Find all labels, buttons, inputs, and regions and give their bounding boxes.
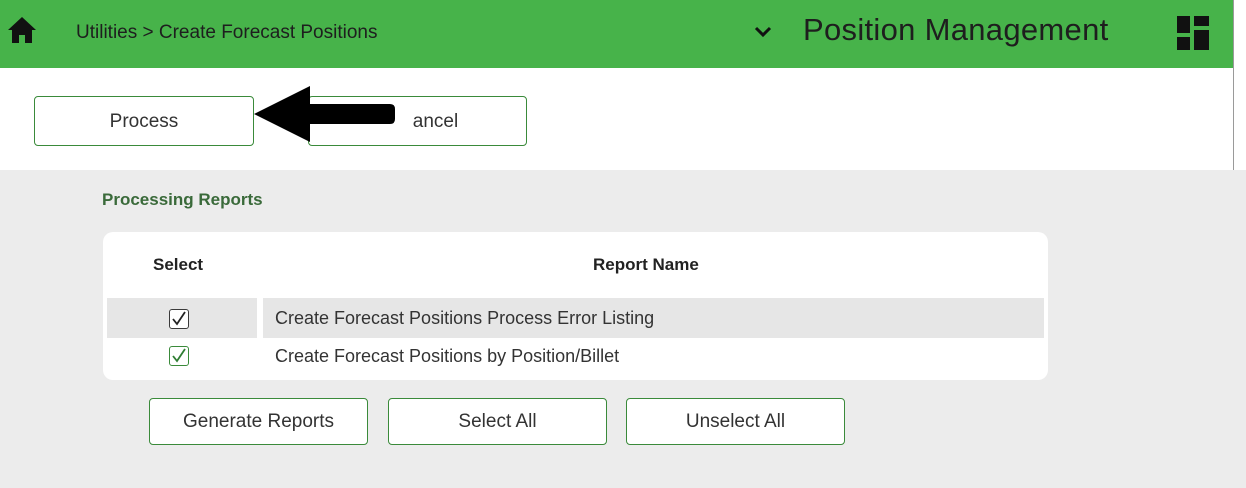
table-row: Create Forecast Positions Process Error … (107, 298, 1044, 338)
report-checkbox[interactable] (169, 309, 189, 329)
home-icon[interactable] (6, 14, 38, 46)
chevron-down-icon[interactable] (752, 22, 774, 42)
checkmark-icon (172, 311, 186, 326)
generate-reports-button[interactable]: Generate Reports (149, 398, 368, 445)
panel-divider (1233, 0, 1234, 170)
checkmark-icon (172, 348, 186, 363)
column-header-select: Select (153, 255, 204, 274)
report-checkbox[interactable] (169, 346, 189, 366)
report-name: Create Forecast Positions by Position/Bi… (275, 346, 620, 366)
process-button[interactable]: Process (34, 96, 254, 146)
select-all-button[interactable]: Select All (388, 398, 607, 445)
report-name: Create Forecast Positions Process Error … (275, 308, 655, 328)
table-row: Create Forecast Positions by Position/Bi… (107, 340, 1044, 376)
content-area: Processing Reports Select Report Name Cr… (0, 170, 1246, 488)
action-toolbar: Process ancel (0, 68, 1233, 170)
app-header: Utilities > Create Forecast Positions Po… (0, 0, 1233, 68)
app-title[interactable]: Position Management (803, 12, 1109, 48)
section-title: Processing Reports (102, 190, 263, 209)
arrow-left-icon (254, 86, 395, 142)
column-header-report-name: Report Name (593, 255, 699, 274)
unselect-all-button[interactable]: Unselect All (626, 398, 845, 445)
dashboard-grid-icon[interactable] (1177, 16, 1209, 50)
reports-table: Select Report Name Create Forecast Posit… (103, 232, 1048, 380)
breadcrumb: Utilities > Create Forecast Positions (76, 22, 378, 43)
